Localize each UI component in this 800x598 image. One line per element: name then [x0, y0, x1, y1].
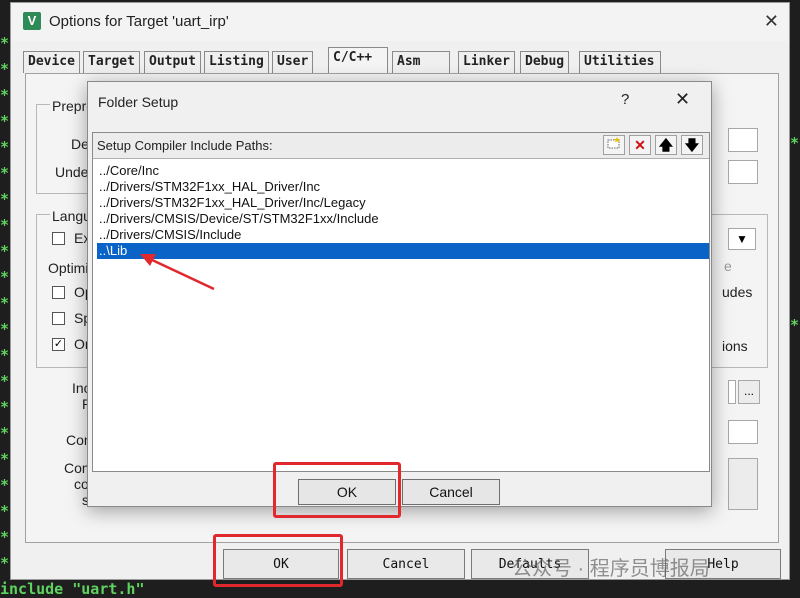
include-paths-browse-button[interactable]: ... [738, 380, 760, 404]
chevron-down-icon: ▼ [736, 232, 748, 246]
sp-checkbox[interactable] [52, 312, 65, 325]
tab-listing[interactable]: Listing [204, 51, 269, 73]
on-checkbox[interactable]: ✓ [52, 338, 65, 351]
right-fragment-e: e [724, 258, 732, 274]
watermark-text: 公众号 · 程序员博报局 [512, 558, 710, 580]
close-icon[interactable]: ✕ [675, 89, 690, 110]
list-item[interactable]: ../Drivers/STM32F1xx_HAL_Driver/Inc/Lega… [97, 195, 709, 211]
tab-output[interactable]: Output [144, 51, 201, 73]
code-edge-stars-right: * * [790, 134, 800, 334]
tab-utilities[interactable]: Utilities [579, 51, 661, 73]
tab-user[interactable]: User [272, 51, 314, 73]
annotation-box-main-ok [213, 534, 343, 587]
list-item[interactable]: ../Core/Inc [97, 163, 709, 179]
dialog-title: Folder Setup [98, 94, 179, 110]
keil-uvision-icon: V [23, 12, 41, 30]
undefine-field[interactable] [728, 160, 758, 184]
tab-target[interactable]: Target [83, 51, 140, 73]
code-edge-stars-left: * * * * * * * * * * * * * * * * * * * * * [0, 34, 10, 572]
right-fragment-ions: ions [722, 338, 748, 354]
list-header: Setup Compiler Include Paths: ✕ 🡅 🡇 [93, 133, 709, 159]
tab-linker[interactable]: Linker [458, 51, 515, 73]
dialog-cancel-button[interactable]: Cancel [402, 479, 500, 505]
tab-asm[interactable]: Asm [392, 51, 450, 73]
compiler-control-string-field [728, 458, 758, 510]
misc-controls-field[interactable] [728, 420, 758, 444]
window-titlebar: V Options for Target 'uart_irp' ✕ [11, 3, 789, 41]
move-up-icon[interactable]: 🡅 [655, 135, 677, 155]
right-fragment-udes: udes [722, 284, 753, 300]
help-icon[interactable]: ? [621, 91, 629, 108]
annotation-box-dialog-ok [273, 462, 401, 518]
define-field[interactable] [728, 128, 758, 152]
tab-debug[interactable]: Debug [520, 51, 570, 73]
folder-setup-dialog: Folder Setup ? ✕ Setup Compiler Include … [87, 81, 712, 507]
list-item[interactable]: ../Drivers/STM32F1xx_HAL_Driver/Inc [97, 179, 709, 195]
tab-c-cpp[interactable]: C/C++ [328, 47, 388, 74]
language-dropdown[interactable]: ▼ [728, 228, 756, 250]
include-paths-list[interactable]: Setup Compiler Include Paths: ✕ 🡅 🡇 ../C… [92, 132, 710, 472]
include-paths-field[interactable] [728, 380, 736, 404]
cancel-button[interactable]: Cancel [347, 549, 465, 579]
list-item-selected[interactable]: ..\Lib [97, 243, 709, 259]
undefine-label: Unde [55, 164, 89, 180]
tab-device[interactable]: Device [23, 51, 80, 73]
window-close-icon[interactable]: ✕ [764, 11, 779, 32]
new-folder-icon[interactable] [603, 135, 625, 155]
list-item[interactable]: ../Drivers/CMSIS/Device/ST/STM32F1xx/Inc… [97, 211, 709, 227]
code-edge-include-line: include "uart.h" [0, 580, 145, 598]
list-header-label: Setup Compiler Include Paths: [97, 138, 273, 153]
op-checkbox[interactable] [52, 286, 65, 299]
path-rows: ../Core/Inc ../Drivers/STM32F1xx_HAL_Dri… [97, 163, 709, 259]
move-down-icon[interactable]: 🡇 [681, 135, 703, 155]
ex-checkbox[interactable] [52, 232, 65, 245]
list-item[interactable]: ../Drivers/CMSIS/Include [97, 227, 709, 243]
window-title: Options for Target 'uart_irp' [49, 13, 229, 30]
delete-icon[interactable]: ✕ [629, 135, 651, 155]
